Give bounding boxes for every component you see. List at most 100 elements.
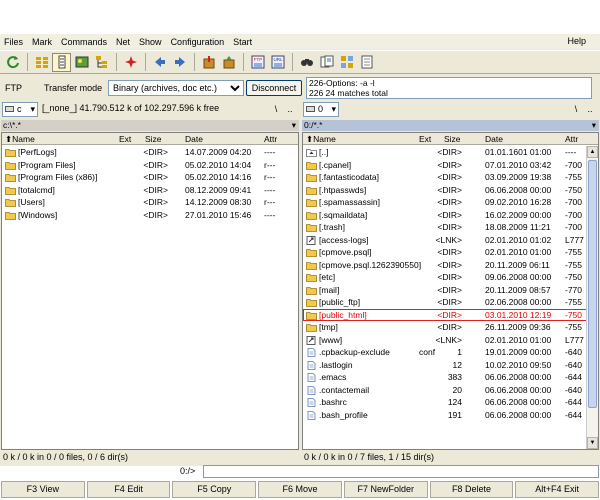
f4-edit-button[interactable]: F4 Edit: [86, 481, 171, 498]
file-attr: -640: [565, 359, 583, 370]
left-file-panel[interactable]: ⬆Name Ext Size Date Attr [PerfLogs] <DIR>…: [1, 132, 299, 450]
history-arrow-icon[interactable]: ▾: [292, 120, 296, 131]
invert-selection-icon[interactable]: [121, 53, 140, 72]
file-row[interactable]: [access-logs] <LNK> 02.01.2010 01:02 L777: [303, 234, 598, 247]
right-scrollbar[interactable]: ▲ ▼: [586, 146, 598, 449]
right-root-button[interactable]: \: [570, 102, 582, 117]
f5-copy-button[interactable]: F5 Copy: [172, 481, 257, 498]
file-row[interactable]: [mail] <DIR> 20.11.2009 08:57 -770: [303, 284, 598, 297]
file-row[interactable]: [..] <DIR> 01.01.1601 01:00 ----: [303, 146, 598, 159]
menu-files[interactable]: Files: [4, 37, 23, 47]
file-row[interactable]: [.cpanel] <DIR> 07.01.2010 03:42 -700: [303, 159, 598, 172]
column-ext[interactable]: Ext: [419, 134, 431, 144]
file-row[interactable]: .lastlogin 12 10.02.2010 09:50 -640: [303, 359, 598, 372]
file-row[interactable]: .bash_profile 191 06.06.2008 00:00 -644: [303, 409, 598, 422]
file-row[interactable]: [www] <LNK> 02.01.2010 01:00 L777: [303, 334, 598, 347]
multi-rename-icon[interactable]: [317, 53, 336, 72]
file-row[interactable]: [.spamassassin] <DIR> 09.02.2010 16:28 -700: [303, 196, 598, 209]
file-row[interactable]: [cpmove.psql] <DIR> 02.01.2010 01:00 -755: [303, 246, 598, 259]
menu-configuration[interactable]: Configuration: [171, 37, 225, 47]
right-path-bar[interactable]: 0:/*.* ▾: [302, 120, 599, 131]
full-view-icon[interactable]: [52, 52, 71, 72]
forward-icon[interactable]: [170, 53, 189, 72]
file-date: 26.11.2009 09:36: [485, 322, 551, 332]
transfer-mode-select[interactable]: Binary (archives, doc etc.): [108, 80, 244, 96]
file-row[interactable]: [.htpasswds] <DIR> 06.06.2008 00:00 -750: [303, 184, 598, 197]
scroll-up-icon[interactable]: ▲: [587, 146, 598, 158]
file-row[interactable]: [.fantasticodata] <DIR> 03.09.2009 19:38 -7…: [303, 171, 598, 184]
command-line-input[interactable]: [203, 465, 599, 478]
right-drive-select[interactable]: 0 ▾: [303, 102, 339, 117]
file-attr: L777: [565, 234, 584, 245]
back-icon[interactable]: [150, 53, 169, 72]
f3-view-button[interactable]: F3 View: [1, 481, 85, 498]
find-files-icon[interactable]: [297, 53, 316, 72]
url-connect-icon[interactable]: URL: [268, 53, 287, 72]
unpack-files-icon[interactable]: [219, 53, 238, 72]
column-attr[interactable]: Attr: [565, 134, 578, 144]
right-path: 0:/*.*: [304, 120, 323, 130]
scroll-down-icon[interactable]: ▼: [587, 437, 598, 449]
column-date[interactable]: Date: [185, 134, 203, 144]
column-size[interactable]: Size: [444, 134, 461, 144]
ftp-connect-icon[interactable]: FTP: [248, 53, 267, 72]
menu-commands[interactable]: Commands: [61, 37, 107, 47]
menu-help[interactable]: Help: [567, 36, 586, 46]
f8-delete-button[interactable]: F8 Delete: [429, 481, 514, 498]
left-drive-bar: c ▾ [_none_] 41.790.512 k of 102.297.596…: [0, 102, 300, 118]
left-drive-select[interactable]: c ▾: [2, 102, 38, 117]
file-row[interactable]: [public_ftp] <DIR> 02.06.2008 00:00 -755: [303, 296, 598, 309]
tree-view-icon[interactable]: [92, 53, 111, 72]
left-path: c:\*.*: [3, 120, 21, 130]
file-row[interactable]: [totalcmd] <DIR> 08.12.2009 09:41 ----: [2, 184, 298, 197]
sync-dirs-icon[interactable]: [337, 53, 356, 72]
file-row[interactable]: [Users] <DIR> 14.12.2009 08:30 r---: [2, 196, 298, 209]
menu-show[interactable]: Show: [139, 37, 162, 47]
file-attr: -750: [565, 272, 583, 282]
right-file-panel[interactable]: ⬆Name Ext Size Date Attr [..] <DIR> 01.01.…: [302, 132, 599, 450]
thumbnail-view-icon[interactable]: [72, 53, 91, 72]
alt-f4-exit-button[interactable]: Alt+F4 Exit: [515, 481, 600, 498]
file-attr: -750: [565, 184, 583, 195]
file-row[interactable]: [Program Files (x86)] <DIR> 05.02.2010 14:…: [2, 171, 298, 184]
column-size[interactable]: Size: [145, 134, 162, 144]
left-root-button[interactable]: \: [270, 102, 282, 117]
menu-mark[interactable]: Mark: [32, 37, 52, 47]
file-row[interactable]: .bashrc 124 06.06.2008 00:00 -644: [303, 396, 598, 409]
left-parent-button[interactable]: ..: [284, 102, 296, 117]
file-row[interactable]: [tmp] <DIR> 26.11.2009 09:36 -755: [303, 321, 598, 334]
column-name[interactable]: ⬆Name: [5, 134, 35, 145]
file-row[interactable]: [public_html] <DIR> 03.01.2010 12:19 -750: [303, 308, 598, 321]
file-row[interactable]: [PerfLogs] <DIR> 14.07.2009 04:20 ----: [2, 146, 298, 159]
left-path-bar[interactable]: c:\*.* ▾: [1, 120, 299, 131]
file-name: [access-logs]: [319, 234, 369, 245]
menu-start[interactable]: Start: [233, 37, 252, 47]
file-row[interactable]: [.sqmaildata] <DIR> 16.02.2009 00:00 -700: [303, 209, 598, 222]
notepad-icon[interactable]: [357, 53, 376, 72]
menu-net[interactable]: Net: [116, 37, 130, 47]
file-row[interactable]: [Program Files] <DIR> 05.02.2010 14:04 r---: [2, 159, 298, 172]
column-date[interactable]: Date: [485, 134, 503, 144]
column-name[interactable]: ⬆Name: [306, 134, 336, 145]
column-attr[interactable]: Attr: [264, 134, 277, 144]
file-row[interactable]: [etc] <DIR> 09.06.2008 00:00 -750: [303, 271, 598, 284]
file-row[interactable]: [Windows] <DIR> 27.01.2010 15:46 ----: [2, 209, 298, 222]
file-row[interactable]: .contactemail 20 06.06.2008 00:00 -640: [303, 384, 598, 397]
history-arrow-icon[interactable]: ▾: [592, 120, 596, 131]
brief-view-icon[interactable]: [32, 53, 51, 72]
file-row[interactable]: [cpmove.psql.1262390550] <DIR> 20.11.2009 …: [303, 259, 598, 272]
column-ext[interactable]: Ext: [119, 134, 131, 144]
file-row[interactable]: .cpbackup-exclude conf 1 19.01.2009 00:00 -6…: [303, 346, 598, 359]
f7-newfolder-button[interactable]: F7 NewFolder: [343, 481, 428, 498]
file-row[interactable]: [.trash] <DIR> 18.08.2009 11:21 -700: [303, 221, 598, 234]
file-row[interactable]: .emacs 383 06.06.2008 00:00 -644: [303, 371, 598, 384]
ftp-log[interactable]: 226-Options: -a -l 226 24 matches total: [306, 77, 592, 99]
pack-files-icon[interactable]: [199, 53, 218, 72]
f6-move-button[interactable]: F6 Move: [258, 481, 342, 498]
file-attr: r---: [264, 172, 276, 182]
refresh-icon[interactable]: [3, 53, 22, 72]
scrollbar-thumb[interactable]: [588, 160, 597, 408]
right-parent-button[interactable]: ..: [584, 102, 596, 117]
disconnect-button[interactable]: Disconnect: [246, 80, 302, 96]
file-size: <DIR>: [437, 159, 462, 170]
